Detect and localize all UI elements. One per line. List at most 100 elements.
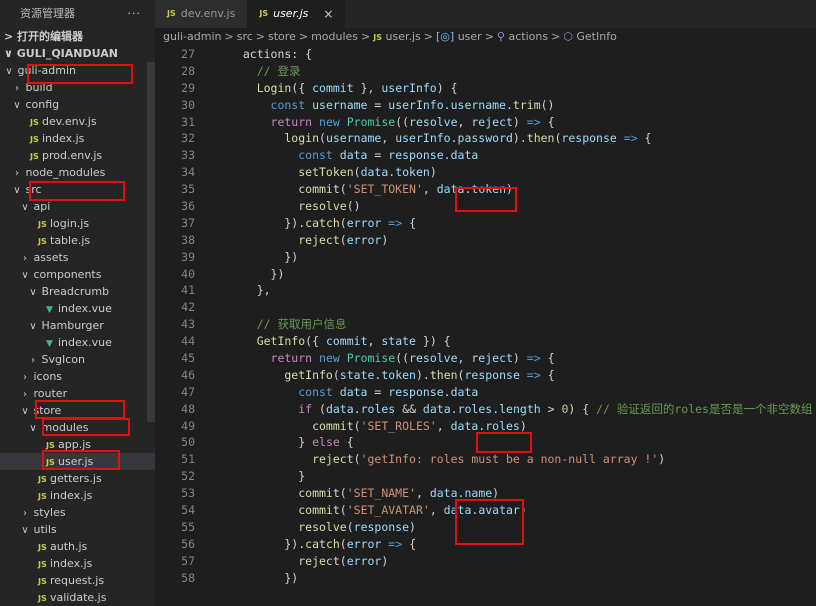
tab-dev-env-js[interactable]: JS dev.env.js <box>155 0 248 28</box>
code-line[interactable]: 57 reject(error) <box>155 553 816 570</box>
code-line[interactable]: 47 const data = response.data <box>155 384 816 401</box>
tree-file[interactable]: JS login.js <box>0 215 155 232</box>
tree-file[interactable]: JS getters.js <box>0 470 155 487</box>
tree-folder[interactable]: ∨ api <box>0 198 155 215</box>
code-token: response <box>388 384 444 399</box>
code-line[interactable]: 35 commit('SET_TOKEN', data.token) <box>155 181 816 198</box>
explorer-sidebar: 资源管理器 ··· > 打开的编辑器 ∨ GULI_QIANDUAN ∨ gul… <box>0 0 155 606</box>
code-line[interactable]: 56 }).catch(error => { <box>155 536 816 553</box>
tree-folder[interactable]: ∨ guli-admin <box>0 62 155 79</box>
tree-file[interactable]: JS request.js <box>0 572 155 589</box>
code-line[interactable]: 40 }) <box>155 266 816 283</box>
tree-folder[interactable]: ∨ utils <box>0 521 155 538</box>
breadcrumb-item[interactable]: guli-admin <box>163 30 222 43</box>
code-line[interactable]: 49 commit('SET_ROLES', data.roles) <box>155 418 816 435</box>
breadcrumb-item[interactable]: actions <box>508 30 548 43</box>
more-actions-icon[interactable]: ··· <box>128 0 142 28</box>
tree-file[interactable]: ▼ index.vue <box>0 334 155 351</box>
code-line[interactable]: 51 reject('getInfo: roles must be a non-… <box>155 451 816 468</box>
code-line[interactable]: 48 if (data.roles && data.roles.length >… <box>155 401 816 418</box>
tree-folder[interactable]: › styles <box>0 504 155 521</box>
project-section[interactable]: ∨ GULI_QIANDUAN <box>0 45 155 62</box>
code-line[interactable]: 54 commit('SET_AVATAR', data.avatar) <box>155 502 816 519</box>
tree-folder[interactable]: ∨ modules <box>0 419 155 436</box>
code-token: . <box>450 131 458 146</box>
line-number: 52 <box>181 469 195 484</box>
code-token: commit <box>229 486 340 501</box>
code-line[interactable]: 45 return new Promise((resolve, reject) … <box>155 350 816 367</box>
breadcrumb-item[interactable]: src <box>237 30 253 43</box>
code-line[interactable]: 44 GetInfo({ commit, state }) { <box>155 333 816 350</box>
tab-user-js[interactable]: JS user.js × <box>247 0 346 28</box>
breadcrumb-item[interactable]: user <box>458 30 482 43</box>
tree-file[interactable]: JS app.js <box>0 436 155 453</box>
code-token: const <box>229 97 313 112</box>
tree-folder[interactable]: › router <box>0 385 155 402</box>
code-line[interactable]: 42 <box>155 299 816 316</box>
line-number: 28 <box>181 63 195 78</box>
tree-file[interactable]: JS prod.env.js <box>0 147 155 164</box>
code-line[interactable]: 43 // 获取用户信息 <box>155 316 816 333</box>
js-file-icon: JS <box>259 9 269 18</box>
tree-folder[interactable]: › SvgIcon <box>0 351 155 368</box>
open-editors-section[interactable]: > 打开的编辑器 <box>0 28 155 45</box>
breadcrumb-item[interactable]: user.js <box>386 30 421 43</box>
code-line[interactable]: 37 }).catch(error => { <box>155 215 816 232</box>
code-line[interactable]: 53 commit('SET_NAME', data.name) <box>155 485 816 502</box>
tree-file[interactable]: JS validate.js <box>0 589 155 606</box>
tree-file[interactable]: JS user.js <box>0 453 155 470</box>
tree-file[interactable]: ▼ index.vue <box>0 300 155 317</box>
breadcrumb-item[interactable]: store <box>268 30 296 43</box>
tree-folder[interactable]: › assets <box>0 249 155 266</box>
tree-file[interactable]: JS dev.env.js <box>0 113 155 130</box>
tree-folder[interactable]: ∨ store <box>0 402 155 419</box>
tree-item-label: validate.js <box>50 591 107 604</box>
code-line[interactable]: 39 }) <box>155 249 816 266</box>
tree-folder[interactable]: › icons <box>0 368 155 385</box>
tree-folder[interactable]: ∨ src <box>0 181 155 198</box>
code-line[interactable]: 28 // 登录 <box>155 63 816 80</box>
tree-folder[interactable]: ∨ Breadcrumb <box>0 283 155 300</box>
sidebar-scrollbar[interactable] <box>147 62 155 422</box>
code-line[interactable]: 50 } else { <box>155 434 816 451</box>
code-token: token <box>395 165 430 180</box>
code-line[interactable]: 58 }) <box>155 570 816 587</box>
code-token: ) { <box>568 401 597 416</box>
code-line[interactable]: 38 reject(error) <box>155 232 816 249</box>
tree-file[interactable]: JS index.js <box>0 555 155 572</box>
code-line[interactable]: 32 login(username, userInfo.password).th… <box>155 130 816 147</box>
code-editor[interactable]: 27 actions: {28 // 登录 29 Login({ commit }… <box>155 46 816 587</box>
code-line[interactable]: 30 const username = userInfo.username.tr… <box>155 97 816 114</box>
tree-folder[interactable]: › node_modules <box>0 164 155 181</box>
tree-folder[interactable]: ∨ components <box>0 266 155 283</box>
code-line[interactable]: 52 } <box>155 468 816 485</box>
tree-item-label: utils <box>33 523 57 536</box>
tree-file[interactable]: JS index.js <box>0 130 155 147</box>
code-line[interactable]: 31 return new Promise((resolve, reject) … <box>155 114 816 131</box>
code-line[interactable]: 33 const data = response.data <box>155 147 816 164</box>
code-line[interactable]: 34 setToken(data.token) <box>155 164 816 181</box>
code-line[interactable]: 55 resolve(response) <box>155 519 816 536</box>
tree-file[interactable]: JS index.js <box>0 487 155 504</box>
tree-folder[interactable]: › build <box>0 79 155 96</box>
line-number: 29 <box>181 80 195 95</box>
tree-file[interactable]: JS table.js <box>0 232 155 249</box>
line-number: 58 <box>181 570 195 585</box>
code-token: . <box>443 97 451 112</box>
code-token: }) <box>229 266 285 281</box>
breadcrumb-item[interactable]: GetInfo <box>576 30 616 43</box>
code-token: error <box>346 215 382 230</box>
code-token: ) <box>409 519 416 534</box>
breadcrumb-item[interactable]: modules <box>311 30 358 43</box>
code-line[interactable]: 41 }, <box>155 282 816 299</box>
tree-folder[interactable]: ∨ config <box>0 96 155 113</box>
tree-folder[interactable]: ∨ Hamburger <box>0 317 155 334</box>
code-line[interactable]: 27 actions: { <box>155 46 816 63</box>
breadcrumb-separator: > <box>551 30 561 43</box>
line-number: 47 <box>181 384 195 399</box>
code-line[interactable]: 29 Login({ commit }, userInfo) { <box>155 80 816 97</box>
code-line[interactable]: 46 getInfo(state.token).then(response =>… <box>155 367 816 384</box>
code-line[interactable]: 36 resolve() <box>155 198 816 215</box>
tree-file[interactable]: JS auth.js <box>0 538 155 555</box>
close-icon[interactable]: × <box>323 0 333 28</box>
